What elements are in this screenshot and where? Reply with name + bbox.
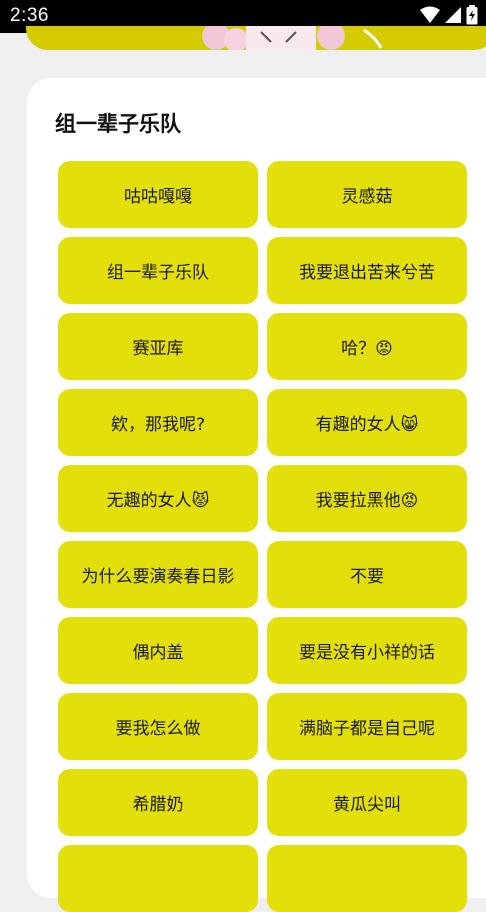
character-art-icon: [202, 26, 383, 50]
banner-image: [26, 26, 486, 50]
sound-button[interactable]: 赛亚库: [58, 313, 258, 380]
sound-button[interactable]: [58, 845, 258, 912]
wifi-icon: [420, 6, 440, 23]
sound-button[interactable]: 要我怎么做: [58, 693, 258, 760]
sound-button[interactable]: 灵感菇: [267, 161, 467, 228]
sound-button[interactable]: 偶内盖: [58, 617, 258, 684]
signal-icon: [445, 7, 461, 23]
sound-button[interactable]: 有趣的女人😸: [267, 389, 467, 456]
sound-board-card: 组一辈子乐队 咕咕嘎嘎 灵感菇 组一辈子乐队 我要退出苦来兮苦 赛亚库 哈？😡 …: [27, 78, 486, 912]
sound-button[interactable]: 不要: [267, 541, 467, 608]
sound-button[interactable]: 黄瓜尖叫: [267, 769, 467, 836]
sound-button[interactable]: 欸，那我呢?: [58, 389, 258, 456]
sound-button[interactable]: 咕咕嘎嘎: [58, 161, 258, 228]
sound-button[interactable]: 无趣的女人😾: [58, 465, 258, 532]
sound-button[interactable]: 满脑子都是自己呢: [267, 693, 467, 760]
battery-charging-icon: [466, 5, 478, 25]
sound-button[interactable]: 希腊奶: [58, 769, 258, 836]
sound-button[interactable]: 我要退出苦来兮苦: [267, 237, 467, 304]
sound-button[interactable]: [267, 845, 467, 912]
sound-button[interactable]: 组一辈子乐队: [58, 237, 258, 304]
sound-button[interactable]: 哈？😡: [267, 313, 467, 380]
sound-button-grid: 咕咕嘎嘎 灵感菇 组一辈子乐队 我要退出苦来兮苦 赛亚库 哈？😡 欸，那我呢? …: [58, 161, 467, 912]
sound-button[interactable]: 要是没有小祥的话: [267, 617, 467, 684]
sound-button[interactable]: 为什么要演奏春日影: [58, 541, 258, 608]
status-icons: [420, 5, 478, 25]
sound-button[interactable]: 我要拉黑他😡: [267, 465, 467, 532]
card-title: 组一辈子乐队: [55, 112, 181, 136]
status-time: 2:36: [10, 5, 49, 26]
